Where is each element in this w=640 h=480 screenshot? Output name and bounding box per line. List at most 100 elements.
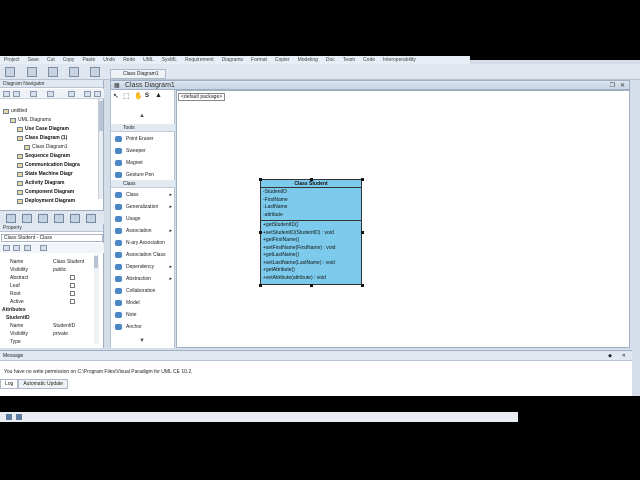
property-checkbox[interactable] (70, 283, 75, 288)
settings-icon[interactable] (40, 245, 47, 251)
property-checkbox[interactable] (70, 299, 75, 304)
menu-item[interactable]: Team (339, 57, 359, 63)
palette-item[interactable]: Point Eraser (111, 134, 175, 144)
pin-icon[interactable]: ◆ (608, 353, 612, 359)
class-attribute[interactable]: -FirstName (261, 197, 361, 205)
property-checkbox[interactable] (70, 275, 75, 280)
lasso-icon[interactable]: ⬚ (123, 92, 130, 100)
class-name[interactable]: Class Student (261, 180, 361, 188)
property-checkbox[interactable] (70, 291, 75, 296)
menu-item[interactable]: Modeling (294, 57, 322, 63)
menu-item[interactable]: Redo (119, 57, 139, 63)
close-icon[interactable]: ✕ (622, 353, 626, 359)
menu-item[interactable]: Doc (322, 57, 339, 63)
tab-diagram-backlog-icon[interactable] (70, 214, 80, 223)
sort-icon[interactable] (47, 91, 54, 97)
property-row[interactable]: Active (0, 298, 100, 306)
expand-arrow-icon[interactable]: ▸ (169, 226, 172, 236)
class-operation[interactable]: +setLastName(LastName) : void (261, 260, 361, 268)
palette-item[interactable]: Collaboration (111, 286, 175, 296)
property-row[interactable]: Abstract (0, 274, 100, 282)
tree-item[interactable]: Activity Diagram (17, 179, 64, 188)
pointer-icon[interactable]: ↖ (113, 92, 119, 100)
menu-item[interactable]: Requirement (181, 57, 218, 63)
tree-item[interactable]: Use Case Diagram (17, 125, 69, 134)
palette-item[interactable]: Usage (111, 214, 175, 224)
categorized-icon[interactable] (3, 245, 10, 251)
menu-item[interactable]: UML (139, 57, 158, 63)
palette-item[interactable]: Association Class (111, 250, 175, 260)
palette-item[interactable]: Magnet (111, 158, 175, 168)
palette-item[interactable]: Abstraction ▸ (111, 274, 175, 284)
resize-handle[interactable] (310, 284, 313, 287)
alphabetic-icon[interactable] (13, 245, 20, 251)
class-operation[interactable]: +getAttribute() (261, 267, 361, 275)
expand-arrow-icon[interactable]: ▸ (169, 262, 172, 272)
palette-item[interactable]: N-ary Association (111, 238, 175, 248)
palette-item[interactable]: Anchor (111, 322, 175, 332)
class-attribute[interactable]: -LastName (261, 204, 361, 212)
property-row[interactable]: StudentID (0, 314, 100, 322)
palette-tools-header[interactable]: Tools (111, 124, 175, 132)
property-row[interactable]: Type (0, 338, 100, 346)
tab-class-diagram1[interactable]: Class Diagram1 (110, 69, 166, 79)
diagram-canvas[interactable]: <default package> Class Student -Student… (176, 90, 630, 348)
class-student-shape[interactable]: Class Student -StudentID -FirstName -LastN… (260, 179, 362, 285)
property-value[interactable]: public (53, 266, 66, 274)
tree-item[interactable]: untitled (3, 107, 27, 116)
property-row[interactable]: Leaf (0, 282, 100, 290)
palette-item[interactable]: Note (111, 310, 175, 320)
palette-item[interactable]: Gesture Pen (111, 170, 175, 180)
property-row[interactable]: Visibility private (0, 330, 100, 338)
tab-more-icon[interactable] (86, 214, 96, 223)
triangle-icon[interactable]: ▲ (155, 92, 162, 99)
tree-item[interactable]: State Machine Diagr (17, 170, 73, 179)
save-icon[interactable] (48, 67, 58, 77)
new-icon[interactable] (5, 67, 15, 77)
palette-class-header[interactable]: Class (111, 180, 175, 188)
expand-arrow-icon[interactable]: ▸ (169, 202, 172, 212)
property-value[interactable]: private (53, 330, 68, 338)
open-icon[interactable] (27, 67, 37, 77)
palette-item[interactable]: Association ▸ (111, 226, 175, 236)
menu-item[interactable]: Undo (99, 57, 119, 63)
menu-item[interactable]: Save (24, 57, 43, 63)
hand-icon[interactable]: ✋ (134, 92, 143, 100)
tab-diagram-navigator-icon[interactable] (6, 214, 16, 223)
class-operation[interactable]: +getFirstName() (261, 237, 361, 245)
tree-item[interactable]: Class Diagram1 (24, 143, 68, 152)
list-icon[interactable] (13, 91, 20, 97)
resize-handle[interactable] (259, 178, 262, 181)
up-icon[interactable] (84, 91, 91, 97)
tree-item[interactable]: Component Diagram (17, 188, 74, 197)
menu-item[interactable]: Diagrams (218, 57, 247, 63)
home-icon[interactable] (68, 91, 75, 97)
expand-arrow-icon[interactable]: ▸ (169, 190, 172, 200)
tree-item[interactable]: Communication Diagra (17, 161, 80, 170)
menu-item[interactable]: Project (0, 57, 24, 63)
class-operation[interactable]: +setAttribute(attribute) : void (261, 275, 361, 283)
property-row[interactable]: Root (0, 290, 100, 298)
property-scrollbar[interactable] (94, 254, 99, 344)
tree-item[interactable]: Sequence Diagram (17, 152, 70, 161)
message-tab[interactable]: Log (0, 379, 19, 389)
resize-handle[interactable] (361, 284, 364, 287)
scroll-down-icon[interactable]: ▼ (139, 338, 145, 344)
class-attribute[interactable]: -attribute (261, 212, 361, 220)
property-selector[interactable]: Class Student - Class (1, 234, 103, 242)
resize-handle[interactable] (259, 231, 262, 234)
tree-item[interactable]: UML Diagrams (10, 116, 51, 125)
tab-class-repository-icon[interactable] (38, 214, 48, 223)
app-icon[interactable] (16, 414, 22, 420)
resize-handle[interactable] (310, 178, 313, 181)
property-row[interactable]: Name StudentID (0, 322, 100, 330)
class-operation[interactable]: +getStudentID() (261, 222, 361, 230)
tree-item[interactable]: Class Diagram (1) (17, 134, 67, 143)
start-icon[interactable] (6, 414, 12, 420)
expand-arrow-icon[interactable]: ▸ (169, 274, 172, 284)
menu-item[interactable]: SysML (158, 57, 181, 63)
class-operation[interactable]: +setFirstName(FirstName) : void (261, 245, 361, 253)
sticky-icon[interactable]: S (145, 93, 149, 99)
class-operation[interactable]: +setStudentID(StudentID) : void (261, 230, 361, 238)
palette-item[interactable]: Dependency ▸ (111, 262, 175, 272)
